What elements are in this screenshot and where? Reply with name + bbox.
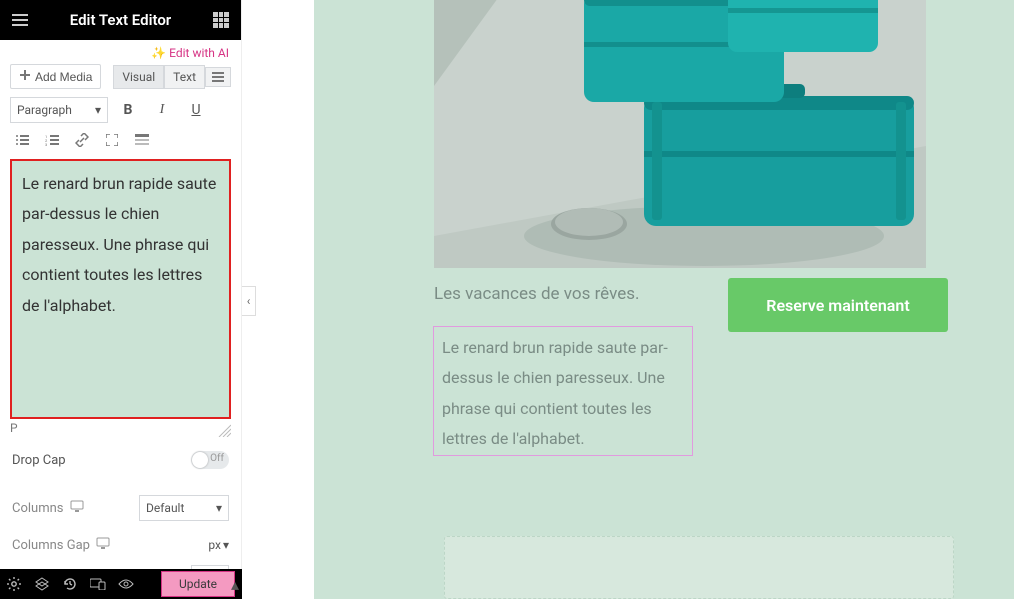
italic-button[interactable]: I — [148, 97, 176, 123]
columns-row: Columns Default ▾ — [0, 479, 241, 531]
resize-handle-icon[interactable] — [217, 423, 231, 437]
columns-gap-label: Columns Gap — [12, 538, 90, 553]
edit-with-ai-row: ✨ Edit with AI — [0, 40, 241, 64]
menu-icon[interactable] — [8, 8, 32, 32]
add-media-label: Add Media — [35, 70, 92, 84]
bold-button[interactable]: B — [114, 97, 142, 123]
desktop-icon[interactable] — [70, 500, 84, 516]
paragraph-select-label: Paragraph — [17, 103, 72, 117]
media-icon — [19, 69, 31, 84]
add-media-button[interactable]: Add Media — [10, 64, 101, 89]
columns-gap-row: Columns Gap px ▾ — [0, 531, 241, 563]
paragraph-select[interactable]: Paragraph ▾ — [10, 97, 108, 123]
fullscreen-button[interactable] — [100, 129, 124, 151]
editor-panel: Edit Text Editor ✨ Edit with AI Add Medi… — [0, 0, 242, 599]
settings-icon[interactable] — [0, 569, 28, 599]
columns-gap-unit[interactable]: px ▾ — [208, 538, 229, 552]
responsive-icon[interactable] — [84, 569, 112, 599]
panel-header: Edit Text Editor — [0, 0, 241, 40]
chevron-down-icon: ▾ — [95, 103, 101, 117]
tab-visual[interactable]: Visual — [113, 65, 164, 89]
drop-cap-toggle[interactable]: Off — [191, 451, 229, 469]
element-path[interactable]: P — [10, 421, 18, 435]
update-button[interactable]: Update — [161, 571, 235, 597]
tools-row: Add Media Visual Text — [0, 64, 241, 97]
format-row-2: 123 — [0, 129, 241, 159]
numbered-list-button[interactable]: 123 — [40, 129, 64, 151]
content-placeholder[interactable] — [444, 536, 954, 599]
columns-select[interactable]: Default ▾ — [139, 495, 229, 521]
edit-with-ai-link[interactable]: ✨ Edit with AI — [151, 46, 229, 60]
text-editor-content[interactable]: Le renard brun rapide saute par-dessus l… — [10, 159, 231, 419]
underline-button[interactable]: U — [182, 97, 210, 123]
columns-label: Columns — [12, 501, 64, 516]
preview-canvas: Les vacances de vos rêves. Le renard bru… — [256, 0, 1024, 599]
collapse-panel-button[interactable]: ‹ — [242, 286, 256, 316]
navigator-icon[interactable] — [28, 569, 56, 599]
toolbar-toggle-button[interactable] — [130, 129, 154, 151]
editor-mode-tabs: Visual Text — [113, 65, 231, 89]
format-row: Paragraph ▾ B I U — [0, 97, 241, 129]
reserve-button[interactable]: Reserve maintenant — [728, 278, 948, 332]
update-caret-icon[interactable]: ▴ — [227, 571, 243, 597]
chevron-down-icon: ▾ — [216, 501, 222, 515]
element-path-bar: P — [0, 419, 241, 437]
tab-text[interactable]: Text — [164, 65, 205, 89]
tab-toolbar-toggle[interactable] — [205, 67, 231, 87]
selected-text-widget[interactable]: Le renard brun rapide saute par-dessus l… — [433, 326, 693, 456]
history-icon[interactable] — [56, 569, 84, 599]
drop-cap-label: Drop Cap — [12, 453, 66, 468]
hero-image — [434, 0, 926, 268]
columns-value: Default — [146, 501, 184, 515]
preview-icon[interactable] — [112, 569, 140, 599]
widgets-icon[interactable] — [209, 8, 233, 32]
hero-caption: Les vacances de vos rêves. — [434, 284, 704, 304]
drop-cap-state: Off — [210, 453, 224, 464]
drop-cap-row: Drop Cap Off — [0, 437, 241, 479]
bullet-list-button[interactable] — [10, 129, 34, 151]
desktop-icon[interactable] — [96, 537, 110, 553]
chevron-down-icon: ▾ — [223, 538, 229, 552]
svg-text:3: 3 — [45, 142, 47, 146]
panel-title: Edit Text Editor — [70, 11, 171, 29]
link-button[interactable] — [70, 129, 94, 151]
